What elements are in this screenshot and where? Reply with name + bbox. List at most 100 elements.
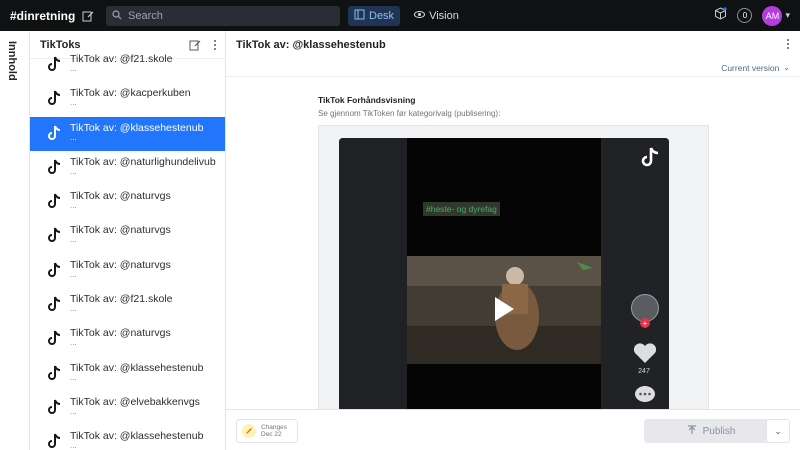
tiktok-icon — [46, 124, 64, 142]
tiktok-icon — [46, 295, 64, 313]
list-item-subtitle: ... — [70, 166, 77, 176]
version-selector[interactable]: Current version ⌄ — [226, 59, 800, 77]
tiktok-icon — [46, 158, 64, 176]
video-thumbnail — [407, 256, 601, 364]
list-item-subtitle: ... — [70, 406, 77, 416]
changes-label: Changes — [261, 424, 288, 431]
list-item[interactable]: TikTok av: @f21.skole... — [30, 48, 225, 82]
blurred-panel-right: + 247 — [601, 138, 669, 414]
field-title: TikTok Forhåndsvisning — [318, 95, 416, 105]
list-item-title: TikTok av: @f21.skole — [70, 293, 173, 306]
avatar[interactable]: AM — [762, 5, 783, 26]
comment-icon[interactable] — [634, 385, 656, 410]
nav-vision-label: Vision — [429, 9, 459, 22]
tiktok-icon — [46, 398, 64, 416]
video-hashtag: #heste- og dyrefag — [423, 202, 500, 216]
tiktok-icon — [46, 432, 64, 450]
list-item[interactable]: TikTok av: @klassehestenub... — [30, 425, 225, 450]
publish-button[interactable]: Publish — [644, 419, 778, 443]
list-item-title: TikTok av: @naturvgs — [70, 258, 171, 271]
top-bar: #dinretning Desk Vision 0 AM ▾ — [0, 0, 800, 31]
list-item[interactable]: TikTok av: @naturlighundelivub... — [30, 151, 225, 185]
list-item-title: TikTok av: @klassehestenub — [70, 361, 204, 374]
chevron-down-icon: ⌄ — [783, 63, 790, 72]
compose-icon[interactable] — [80, 8, 96, 24]
search-field[interactable] — [106, 5, 340, 26]
video-frame: #heste- og dyrefag — [407, 138, 601, 414]
desk-icon — [354, 9, 369, 23]
play-icon[interactable] — [493, 296, 515, 327]
brand-name[interactable]: #dinretning — [10, 9, 75, 23]
video-player[interactable]: #heste- og dyrefag + 247 — [339, 138, 669, 414]
list-item-title: TikTok av: @naturlighundelivub — [70, 155, 216, 168]
chevron-down-icon[interactable]: ▾ — [785, 10, 790, 21]
list-item-subtitle: ... — [70, 132, 77, 142]
list-item-subtitle: ... — [70, 269, 77, 279]
tiktok-icon — [46, 329, 64, 347]
tiktok-icon — [46, 89, 64, 107]
like-count: 247 — [638, 368, 650, 375]
document-footer: Changes Dec 22 Publish ⌄ — [226, 409, 800, 450]
publish-menu-button[interactable]: ⌄ — [766, 419, 790, 443]
nav-desk[interactable]: Desk — [348, 5, 401, 26]
list-item[interactable]: TikTok av: @f21.skole... — [30, 288, 225, 322]
list-item-subtitle: ... — [70, 372, 77, 382]
kebab-icon[interactable] — [786, 38, 790, 53]
list-item-title: TikTok av: @klassehestenub — [70, 121, 204, 134]
follow-plus-icon[interactable]: + — [640, 318, 650, 328]
list-item[interactable]: TikTok av: @klassehestenub... — [30, 116, 225, 151]
heart-icon[interactable] — [633, 342, 657, 369]
list-item[interactable]: TikTok av: @klassehestenub... — [30, 357, 225, 391]
preview-field: TikTok Forhåndsvisning Se gjennom TikTok… — [318, 95, 709, 415]
list-item-subtitle: ... — [70, 235, 77, 245]
nav-desk-label: Desk — [369, 9, 395, 22]
list-item-subtitle: ... — [70, 304, 77, 314]
list-item-title: TikTok av: @klassehestenub — [70, 430, 204, 443]
version-label: Current version — [721, 62, 780, 73]
tiktok-icon — [46, 364, 64, 382]
list-item[interactable]: TikTok av: @naturvgs... — [30, 219, 225, 253]
rail-label[interactable]: Innhold — [6, 41, 18, 81]
list-item-title: TikTok av: @naturvgs — [70, 190, 171, 203]
document-title: TikTok av: @klassehestenub — [236, 39, 386, 51]
list-item-title: TikTok av: @kacperkuben — [70, 87, 191, 100]
publish-label: Publish — [702, 425, 736, 437]
list-item[interactable]: TikTok av: @naturvgs... — [30, 254, 225, 288]
list-item-title: TikTok av: @elvebakkenvgs — [70, 395, 200, 408]
search-icon — [112, 7, 122, 25]
list-item-subtitle: ... — [70, 201, 77, 211]
list-item-title: TikTok av: @naturvgs — [70, 224, 171, 237]
notification-badge[interactable]: 0 — [737, 8, 753, 23]
list-item-subtitle: ... — [70, 98, 77, 108]
list-item[interactable]: TikTok av: @elvebakkenvgs... — [30, 391, 225, 425]
list-item[interactable]: TikTok av: @naturvgs... — [30, 322, 225, 356]
content-rail: Innhold — [0, 31, 30, 450]
list-item-title: TikTok av: @f21.skole — [70, 53, 173, 65]
list-item-subtitle: ... — [70, 441, 77, 450]
top-right-tools: 0 AM ▾ — [714, 0, 790, 31]
list-item-subtitle: ... — [70, 64, 77, 73]
changes-badge[interactable]: Changes Dec 22 — [236, 419, 298, 443]
tiktok-icon — [46, 226, 64, 244]
document-pane: TikTok av: @klassehestenub Current versi… — [226, 31, 800, 450]
list-item[interactable]: TikTok av: @naturvgs... — [30, 185, 225, 219]
blurred-panel-left — [339, 138, 407, 414]
chevron-down-icon: ⌄ — [774, 425, 782, 436]
upload-icon — [687, 424, 703, 438]
list-item-title: TikTok av: @naturvgs — [70, 327, 171, 340]
tiktok-icon — [46, 55, 64, 73]
package-icon[interactable] — [714, 6, 728, 25]
tiktok-icon — [46, 261, 64, 279]
field-description: Se gjennom TikToken før kategorivalg (pu… — [318, 109, 501, 118]
changes-date: Dec 22 — [261, 431, 282, 438]
tiktok-icon — [641, 146, 661, 173]
pencil-icon — [242, 424, 256, 438]
list-item-subtitle: ... — [70, 338, 77, 348]
document-header: TikTok av: @klassehestenub — [226, 31, 800, 59]
tiktok-icon — [46, 192, 64, 210]
tiktok-preview: #heste- og dyrefag + 247 — [318, 125, 709, 415]
search-input[interactable] — [128, 9, 328, 22]
list-item[interactable]: TikTok av: @kacperkuben... — [30, 82, 225, 116]
document-list: TikTok av: @f21.skole... TikTok av: @kacp… — [30, 53, 225, 450]
nav-vision[interactable]: Vision — [408, 6, 465, 26]
